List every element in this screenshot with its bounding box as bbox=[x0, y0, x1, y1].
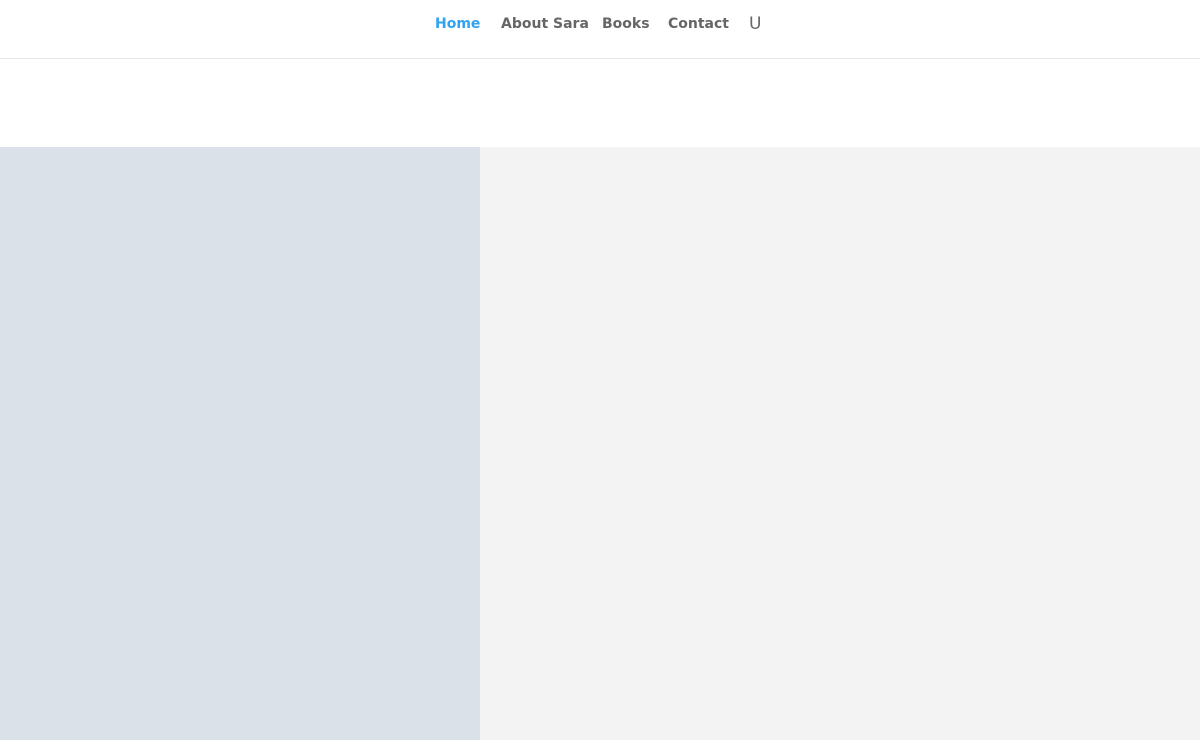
nav-item-home[interactable]: Home bbox=[435, 15, 480, 33]
nav-item-about-sara[interactable]: About Sara bbox=[501, 15, 589, 33]
left-content-panel bbox=[0, 147, 480, 740]
nav-item-contact[interactable]: Contact bbox=[668, 15, 729, 33]
search-icon[interactable]: U bbox=[749, 14, 761, 34]
site-header: Home About Sara Books Contact U bbox=[0, 0, 1200, 59]
right-content-panel bbox=[480, 147, 1200, 740]
main-navigation: Home About Sara Books Contact U bbox=[0, 14, 1200, 35]
nav-item-books[interactable]: Books bbox=[602, 15, 650, 33]
header-spacer bbox=[0, 59, 1200, 147]
